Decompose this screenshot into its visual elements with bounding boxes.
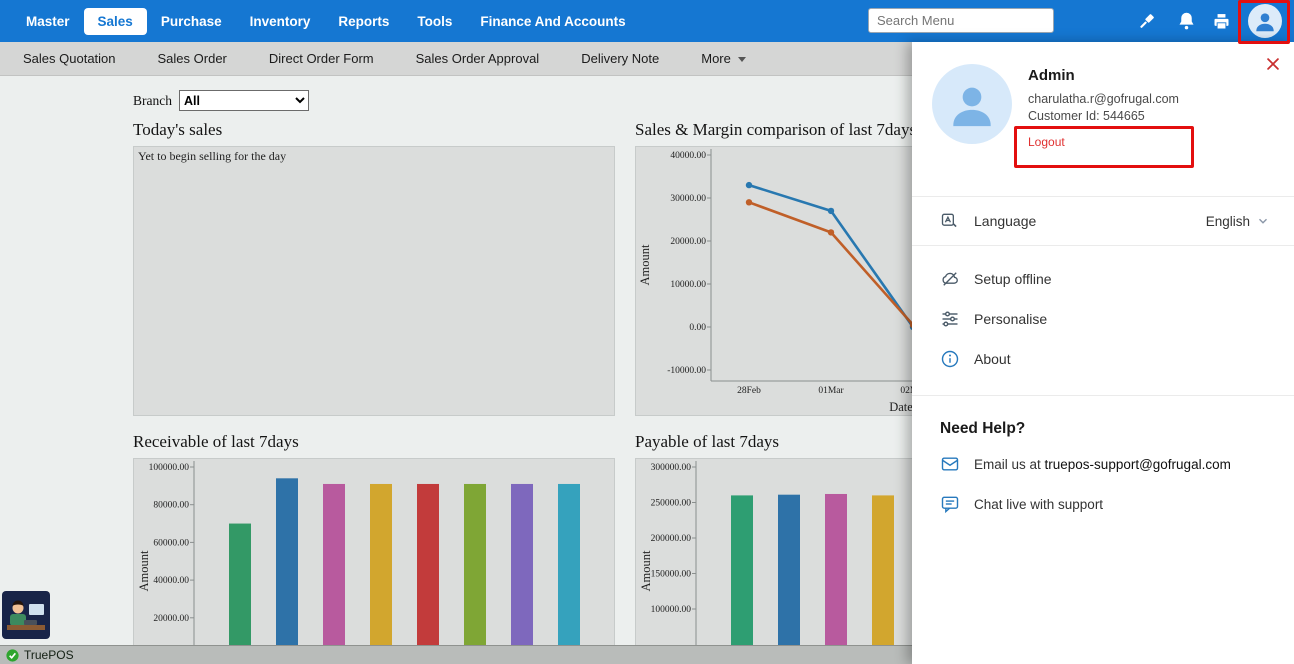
receivable-panel: Receivable of last 7days 100000.00 80000.… (133, 432, 615, 650)
email-support-label: Email us at truepos-support@gofrugal.com (974, 457, 1231, 472)
submenu-sales-order[interactable]: Sales Order (137, 51, 248, 66)
branch-label: Branch (133, 93, 172, 109)
chevron-down-icon (738, 57, 746, 62)
svg-text:100000.00: 100000.00 (149, 463, 190, 473)
statusbar-app-label: TruePOS (24, 648, 74, 662)
help-heading: Need Help? (940, 420, 1294, 438)
menu-about-label: About (974, 351, 1011, 367)
svg-text:-10000.00: -10000.00 (667, 366, 706, 376)
svg-text:40000.00: 40000.00 (153, 576, 189, 586)
submenu-more[interactable]: More (680, 51, 767, 66)
profile-avatar (932, 64, 1012, 144)
svg-text:100000.00: 100000.00 (651, 605, 692, 615)
logout-link[interactable]: Logout (1028, 135, 1179, 149)
email-address: truepos-support@gofrugal.com (1045, 457, 1231, 472)
support-mascot-image[interactable] (2, 591, 50, 639)
main-menu: Master Sales Purchase Inventory Reports … (12, 0, 640, 42)
menu-inventory[interactable]: Inventory (236, 8, 325, 35)
menu-setup-offline[interactable]: Setup offline (912, 259, 1294, 299)
menu-purchase[interactable]: Purchase (147, 8, 236, 35)
svg-text:0.00: 0.00 (689, 323, 706, 333)
svg-text:Amount: Amount (137, 550, 151, 592)
menu-finance-and-accounts[interactable]: Finance And Accounts (466, 8, 639, 35)
language-row[interactable]: Language English (912, 196, 1294, 246)
menu-personalise[interactable]: Personalise (912, 299, 1294, 339)
submenu-sales-quotation[interactable]: Sales Quotation (2, 51, 137, 66)
svg-text:Amount: Amount (638, 244, 652, 286)
top-navbar: Master Sales Purchase Inventory Reports … (0, 0, 1294, 42)
email-prefix: Email us at (974, 457, 1045, 472)
profile-email: charulatha.r@gofrugal.com (1028, 92, 1179, 106)
receivable-chart: 100000.00 80000.00 60000.00 40000.00 20000.0… (134, 459, 616, 651)
gavel-icon[interactable] (1136, 11, 1157, 32)
receivable-box: 100000.00 80000.00 60000.00 40000.00 20000.0… (133, 458, 615, 650)
profile-panel: Admin charulatha.r@gofrugal.com Customer… (912, 42, 1294, 664)
today-sales-box: Yet to begin selling for the day (133, 146, 615, 416)
menu-about[interactable]: About (912, 339, 1294, 379)
profile-info: Admin charulatha.r@gofrugal.com Customer… (1028, 66, 1179, 149)
bell-icon[interactable] (1176, 11, 1197, 32)
sliders-icon (940, 309, 960, 329)
chat-support-label: Chat live with support (974, 497, 1103, 512)
chevron-down-icon (1256, 214, 1270, 228)
svg-text:200000.00: 200000.00 (651, 534, 692, 544)
chat-support-link[interactable]: Chat live with support (912, 484, 1294, 524)
submenu-more-label: More (701, 51, 731, 66)
branch-filter: Branch All (133, 90, 309, 111)
menu-sales[interactable]: Sales (84, 8, 147, 35)
info-icon (940, 349, 960, 369)
cloud-offline-icon (940, 269, 960, 289)
divider (912, 395, 1294, 396)
svg-text:Date: Date (889, 400, 913, 414)
search-input[interactable] (868, 8, 1054, 33)
submenu-delivery-note[interactable]: Delivery Note (560, 51, 680, 66)
svg-text:20000.00: 20000.00 (670, 237, 706, 247)
svg-text:300000.00: 300000.00 (651, 463, 692, 473)
svg-text:10000.00: 10000.00 (670, 280, 706, 290)
svg-text:01Mar: 01Mar (818, 386, 844, 396)
app-window: Master Sales Purchase Inventory Reports … (0, 0, 1294, 664)
today-sales-empty-text: Yet to begin selling for the day (134, 147, 614, 166)
profile-header: Admin charulatha.r@gofrugal.com Customer… (912, 42, 1294, 196)
svg-text:150000.00: 150000.00 (651, 570, 692, 580)
user-avatar[interactable] (1248, 4, 1282, 38)
svg-text:40000.00: 40000.00 (670, 151, 706, 161)
language-icon (940, 211, 960, 231)
svg-text:28Feb: 28Feb (737, 386, 761, 396)
profile-customer-id: Customer Id: 544665 (1028, 109, 1179, 123)
menu-setup-offline-label: Setup offline (974, 271, 1052, 287)
svg-text:30000.00: 30000.00 (670, 194, 706, 204)
check-icon (6, 649, 19, 662)
printer-icon[interactable] (1211, 11, 1232, 32)
profile-menu: Setup offline Personalise About (912, 259, 1294, 379)
language-label: Language (974, 213, 1036, 229)
menu-tools[interactable]: Tools (403, 8, 466, 35)
email-icon (940, 454, 960, 474)
submenu-sales-order-approval[interactable]: Sales Order Approval (395, 51, 561, 66)
menu-master[interactable]: Master (12, 8, 84, 35)
svg-text:60000.00: 60000.00 (153, 538, 189, 548)
receivable-title: Receivable of last 7days (133, 432, 615, 452)
menu-personalise-label: Personalise (974, 311, 1047, 327)
svg-text:80000.00: 80000.00 (153, 501, 189, 511)
help-section: Need Help? Email us at truepos-support@g… (912, 420, 1294, 524)
today-sales-title: Today's sales (133, 120, 615, 140)
email-support-link[interactable]: Email us at truepos-support@gofrugal.com (912, 444, 1294, 484)
svg-text:20000.00: 20000.00 (153, 614, 189, 624)
chat-icon (940, 494, 960, 514)
profile-name: Admin (1028, 66, 1179, 86)
today-sales-panel: Today's sales Yet to begin selling for t… (133, 120, 615, 416)
submenu-direct-order-form[interactable]: Direct Order Form (248, 51, 395, 66)
branch-select[interactable]: All (179, 90, 309, 111)
svg-text:250000.00: 250000.00 (651, 499, 692, 509)
language-value: English (1206, 214, 1250, 229)
svg-text:Amount: Amount (639, 550, 653, 592)
menu-reports[interactable]: Reports (324, 8, 403, 35)
